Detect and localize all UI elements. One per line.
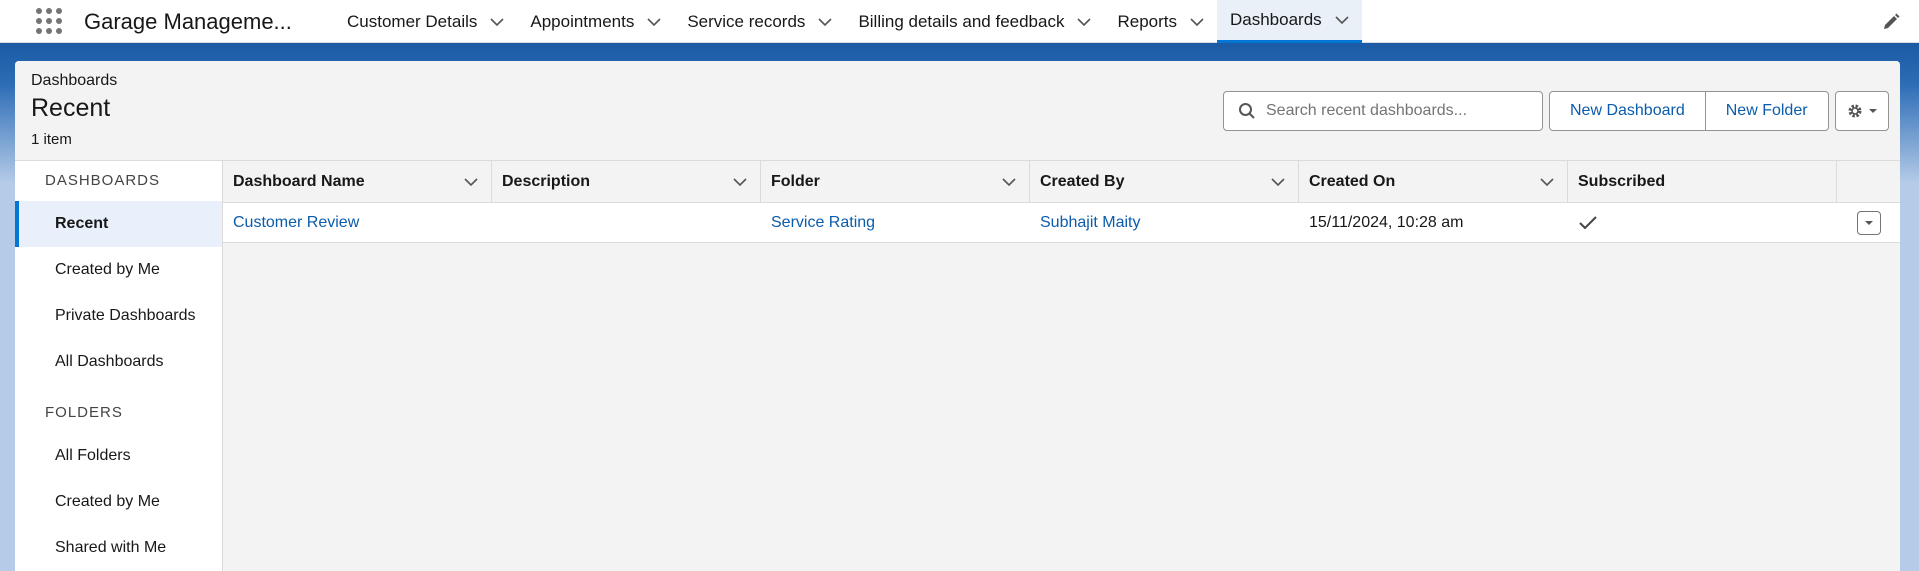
nav-item-label: Dashboards	[1230, 10, 1322, 29]
page-title: Recent	[31, 94, 111, 122]
cell-description	[492, 203, 761, 242]
sidebar-item-folders-created-by-me[interactable]: Created by Me	[15, 479, 222, 525]
item-count: 1 item	[31, 131, 72, 148]
new-folder-button[interactable]: New Folder	[1705, 91, 1829, 131]
sidebar-item-all-folders[interactable]: All Folders	[15, 433, 222, 479]
new-dashboard-button[interactable]: New Dashboard	[1549, 91, 1706, 131]
app-launcher-icon[interactable]	[24, 0, 74, 42]
column-header-label: Subscribed	[1578, 172, 1666, 190]
chevron-down-icon[interactable]	[1189, 14, 1205, 30]
column-header-created-on[interactable]: Created On	[1299, 161, 1568, 202]
dashboards-list-card: Dashboards Recent 1 item New Dashboard N…	[15, 61, 1900, 571]
action-button-group: New Dashboard New Folder	[1549, 91, 1829, 131]
cell-created-by: Subhajit Maity	[1030, 203, 1299, 242]
check-icon	[1579, 215, 1597, 229]
cell-row-actions	[1837, 203, 1900, 242]
sidebar-heading-dashboards: DASHBOARDS	[45, 172, 161, 189]
caret-down-icon	[1869, 109, 1877, 113]
created-by-link[interactable]: Subhajit Maity	[1040, 214, 1141, 232]
sidebar-item-recent[interactable]: Recent	[15, 201, 222, 247]
nav-item-reports[interactable]: Reports	[1104, 0, 1217, 43]
sidebar-item-shared-with-me[interactable]: Shared with Me	[15, 525, 222, 571]
nav-item-appointments[interactable]: Appointments	[517, 0, 674, 43]
chevron-down-icon[interactable]	[1001, 174, 1017, 190]
chevron-down-icon[interactable]	[463, 174, 479, 190]
column-header-subscribed[interactable]: Subscribed	[1568, 161, 1837, 202]
nav-item-customer-details[interactable]: Customer Details	[334, 0, 517, 43]
dashboards-table: Dashboard Name Description Folder Create…	[223, 161, 1900, 571]
top-nav-bar: Garage Manageme... Customer Details Appo…	[0, 0, 1919, 43]
list-header: Dashboards Recent 1 item New Dashboard N…	[15, 61, 1900, 161]
cell-dashboard-name: Customer Review	[223, 203, 492, 242]
cell-created-on: 15/11/2024, 10:28 am	[1309, 213, 1464, 231]
nav-item-label: Service records	[687, 11, 806, 31]
column-header-label: Dashboard Name	[233, 172, 365, 190]
folder-link[interactable]: Service Rating	[771, 214, 875, 232]
nav-item-service-records[interactable]: Service records	[674, 0, 845, 43]
chevron-down-icon[interactable]	[646, 14, 662, 30]
column-header-label: Description	[502, 172, 591, 190]
column-header-label: Created On	[1309, 172, 1396, 190]
chevron-down-icon[interactable]	[1539, 174, 1555, 190]
sidebar-item-private-dashboards[interactable]: Private Dashboards	[15, 293, 222, 339]
chevron-down-icon[interactable]	[489, 14, 505, 30]
nav-item-label: Appointments	[530, 11, 635, 31]
sidebar: DASHBOARDS Recent Created by Me Private …	[15, 161, 223, 571]
nav-item-billing-details[interactable]: Billing details and feedback	[845, 0, 1104, 43]
column-header-folder[interactable]: Folder	[761, 161, 1030, 202]
pencil-icon[interactable]	[1881, 12, 1901, 32]
search-icon	[1239, 103, 1255, 119]
cell-folder: Service Rating	[761, 203, 1030, 242]
sidebar-item-created-by-me[interactable]: Created by Me	[15, 247, 222, 293]
gear-icon	[1848, 104, 1862, 118]
column-header-description[interactable]: Description	[492, 161, 761, 202]
column-header-label: Folder	[771, 172, 820, 190]
list-settings-button[interactable]	[1835, 91, 1889, 131]
cell-subscribed	[1568, 203, 1837, 242]
dashboard-name-link[interactable]: Customer Review	[233, 214, 359, 232]
chevron-down-icon[interactable]	[732, 174, 748, 190]
table-header: Dashboard Name Description Folder Create…	[223, 161, 1900, 203]
column-header-label: Created By	[1040, 172, 1125, 190]
chevron-down-icon[interactable]	[1076, 14, 1092, 30]
caret-down-icon	[1864, 220, 1873, 225]
row-actions-button[interactable]	[1856, 210, 1881, 235]
nav-item-label: Customer Details	[347, 11, 478, 31]
column-header-dashboard-name[interactable]: Dashboard Name	[223, 161, 492, 202]
chevron-down-icon[interactable]	[1334, 12, 1350, 28]
nav-item-label: Billing details and feedback	[858, 11, 1065, 31]
sidebar-item-all-dashboards[interactable]: All Dashboards	[15, 339, 222, 385]
search-box[interactable]	[1223, 91, 1543, 131]
column-header-actions	[1837, 161, 1900, 202]
chevron-down-icon[interactable]	[817, 14, 833, 30]
app-name: Garage Manageme...	[84, 9, 292, 34]
column-header-created-by[interactable]: Created By	[1030, 161, 1299, 202]
table-row: Customer Review Service Rating Subhajit …	[223, 203, 1900, 243]
search-input[interactable]	[1266, 102, 1526, 120]
nav-item-label: Reports	[1117, 11, 1177, 31]
nav-item-dashboards[interactable]: Dashboards	[1217, 0, 1362, 43]
chevron-down-icon[interactable]	[1270, 174, 1286, 190]
breadcrumb: Dashboards	[31, 72, 118, 89]
sidebar-heading-folders: FOLDERS	[45, 404, 123, 421]
